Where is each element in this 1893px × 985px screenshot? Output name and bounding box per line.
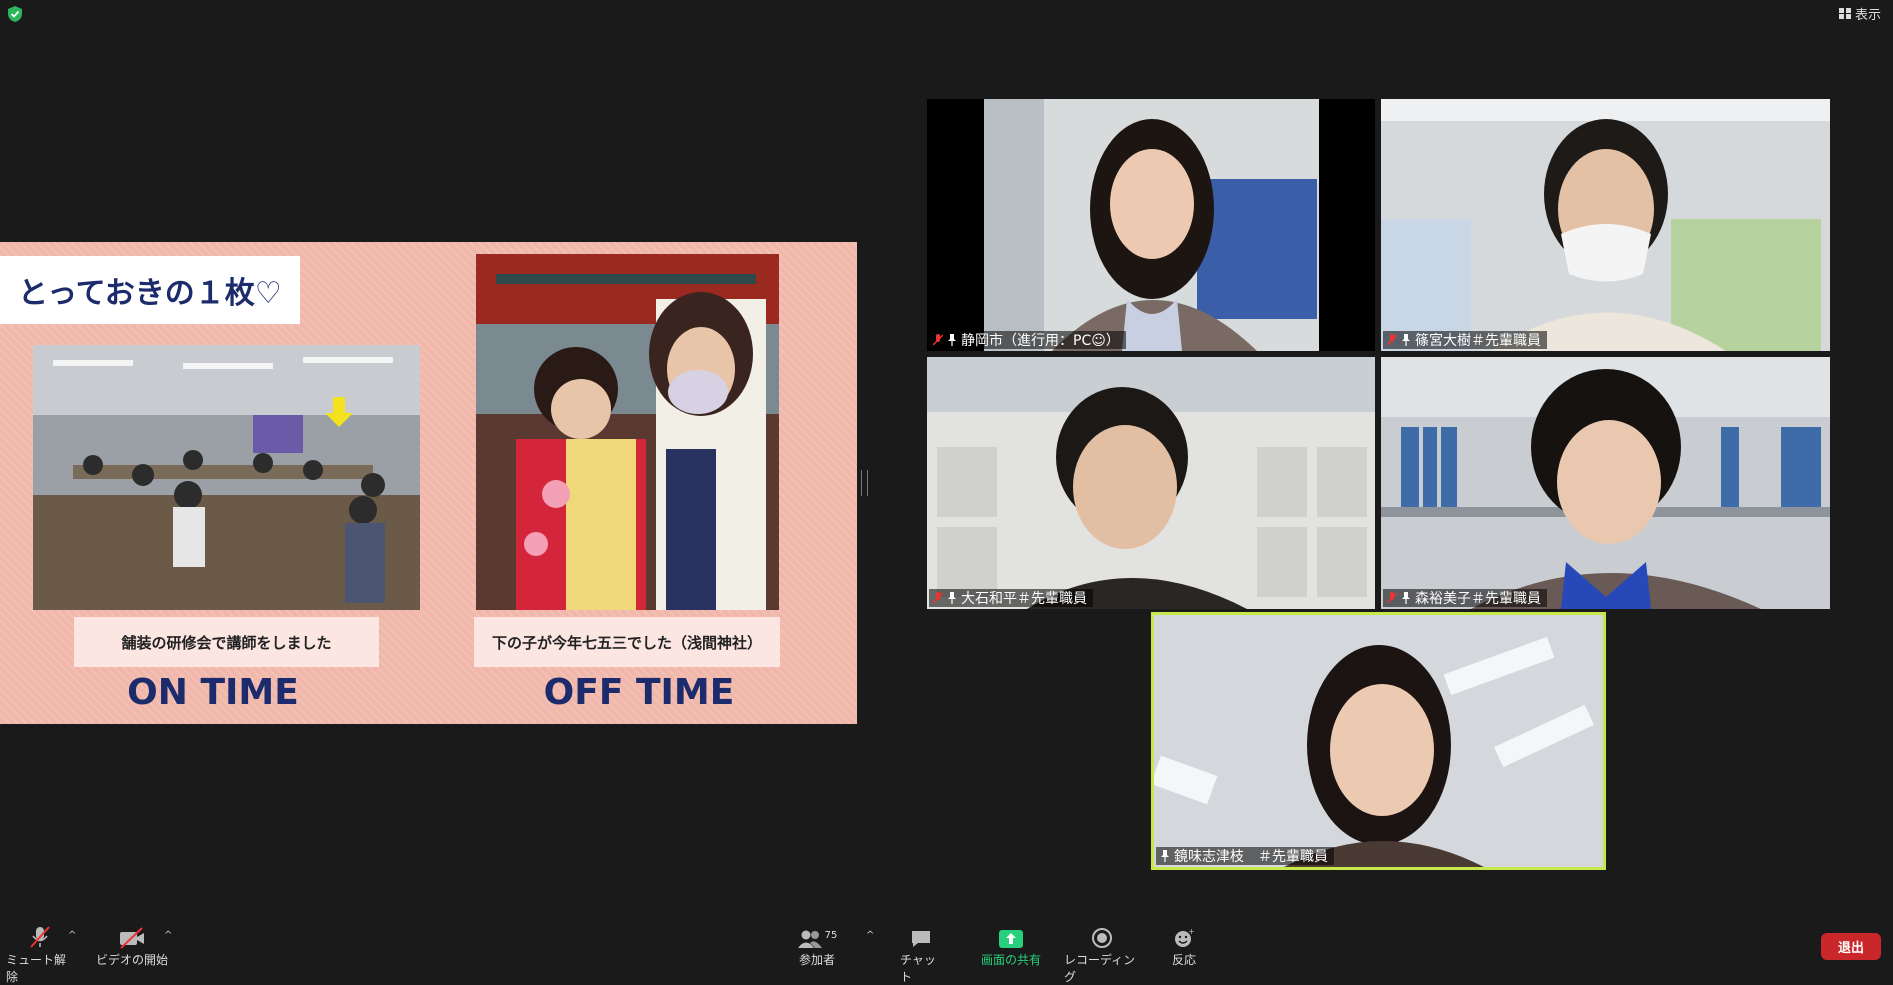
record-icon: [1092, 928, 1112, 948]
pin-icon: [1401, 334, 1411, 346]
camera-off-icon: [120, 927, 144, 949]
start-video-label: ビデオの開始: [96, 953, 169, 967]
participant-name-tag: 鏡味志津枝 ＃先輩職員: [1156, 847, 1334, 865]
view-button[interactable]: 表示: [1838, 4, 1881, 23]
participants-button[interactable]: 75 参加者: [788, 925, 846, 968]
svg-text:+: +: [1188, 927, 1195, 936]
chat-button[interactable]: チャット: [900, 925, 942, 985]
participant-video-tile[interactable]: 篠宮大樹＃先輩職員: [1381, 99, 1830, 351]
participant-name: 静岡市（進行用：PC☺）: [961, 333, 1120, 349]
shrine-photo: [476, 254, 779, 610]
participant-name-tag: 篠宮大樹＃先輩職員: [1383, 331, 1547, 349]
off-time-caption: 下の子が今年七五三でした（浅間神社）: [474, 617, 780, 667]
participants-icon: [797, 930, 822, 948]
share-screen-icon: [999, 930, 1023, 948]
mic-muted-icon: [932, 334, 944, 346]
participant-video: [1381, 99, 1830, 351]
participant-name: 森裕美子＃先輩職員: [1415, 591, 1541, 607]
on-time-label: ON TIME: [127, 672, 299, 713]
participant-video-tile[interactable]: 静岡市（進行用：PC☺）: [927, 99, 1375, 351]
participant-name-tag: 森裕美子＃先輩職員: [1383, 589, 1547, 607]
participants-count: 75: [824, 930, 838, 941]
share-screen-label: 画面の共有: [980, 953, 1041, 967]
slide-title: とっておきの１枚♡: [0, 256, 300, 324]
participant-video: [927, 357, 1375, 609]
reaction-smiley-icon: +: [1175, 927, 1195, 947]
off-time-label: OFF TIME: [543, 672, 735, 713]
share-screen-button[interactable]: 画面の共有: [975, 925, 1047, 968]
pin-icon: [1160, 850, 1170, 862]
participant-name: 大石和平＃先輩職員: [961, 591, 1087, 607]
chat-label: チャット: [900, 953, 936, 984]
participant-video-tile[interactable]: 大石和平＃先輩職員: [927, 357, 1375, 609]
grid-view-icon: [1838, 8, 1851, 19]
mic-muted-icon: [1386, 592, 1398, 604]
record-button[interactable]: レコーディング: [1064, 925, 1140, 985]
active-speaker-video-tile[interactable]: 鏡味志津枝 ＃先輩職員: [1151, 612, 1606, 870]
start-video-button[interactable]: ビデオの開始: [96, 925, 168, 968]
shared-screen-slide: とっておきの１枚♡ 舗装の研修会で講師をしました 下の子が今年七五三でした（浅間…: [0, 242, 857, 724]
mic-muted-icon: [1386, 334, 1398, 346]
participant-name-tag: 静岡市（進行用：PC☺）: [929, 331, 1126, 349]
reactions-button[interactable]: + 反応: [1166, 925, 1202, 968]
unmute-label: ミュート解除: [6, 953, 67, 984]
on-time-caption: 舗装の研修会で講師をしました: [74, 617, 379, 667]
view-label: 表示: [1854, 8, 1881, 23]
pin-icon: [947, 592, 957, 604]
participant-video: [1381, 357, 1830, 609]
participant-name-tag: 大石和平＃先輩職員: [929, 589, 1093, 607]
record-label: レコーディング: [1064, 953, 1136, 984]
participant-name: 鏡味志津枝 ＃先輩職員: [1174, 849, 1328, 865]
split-view-handle[interactable]: [861, 470, 868, 496]
unmute-button[interactable]: ミュート解除: [6, 925, 74, 985]
video-options-caret-icon[interactable]: ^: [164, 930, 172, 941]
leave-meeting-button[interactable]: 退出: [1821, 933, 1881, 960]
security-shield-icon[interactable]: [8, 6, 22, 22]
participant-video: [927, 99, 1375, 351]
chat-icon: [912, 931, 930, 947]
seminar-photo: [33, 345, 420, 610]
pin-icon: [947, 334, 957, 346]
participant-name: 篠宮大樹＃先輩職員: [1415, 333, 1541, 349]
microphone-muted-icon: [30, 926, 50, 948]
participant-video: [1154, 615, 1603, 867]
pin-icon: [1401, 592, 1411, 604]
participants-options-caret-icon[interactable]: ^: [866, 930, 874, 941]
audio-options-caret-icon[interactable]: ^: [68, 930, 76, 941]
participant-video-tile[interactable]: 森裕美子＃先輩職員: [1381, 357, 1830, 609]
reactions-label: 反応: [1171, 953, 1196, 967]
mic-muted-icon: [932, 592, 944, 604]
participants-label: 参加者: [798, 953, 835, 967]
